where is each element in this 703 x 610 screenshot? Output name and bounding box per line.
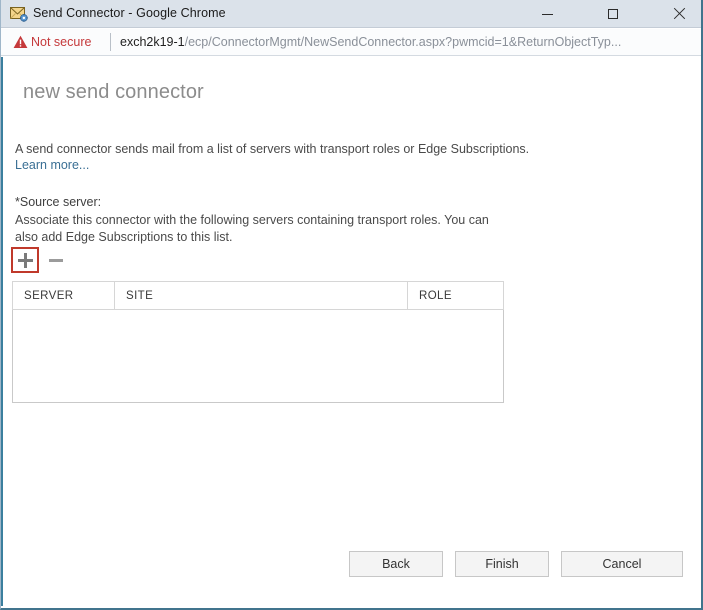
close-icon xyxy=(673,8,685,20)
title-bar: Send Connector - Google Chrome xyxy=(1,0,701,28)
accent-stripe xyxy=(1,57,3,606)
table-body-empty[interactable] xyxy=(12,310,504,403)
add-server-button[interactable] xyxy=(15,251,35,269)
source-server-table: SERVER SITE ROLE xyxy=(12,281,504,403)
bottom-watermark xyxy=(1,602,701,608)
address-bar[interactable]: Not secure exch2k19-1/ecp/ConnectorMgmt/… xyxy=(1,29,701,56)
minimize-icon xyxy=(541,13,553,15)
source-server-description: Associate this connector with the follow… xyxy=(15,213,489,244)
not-secure-label[interactable]: Not secure xyxy=(31,35,91,49)
learn-more-link[interactable]: Learn more... xyxy=(15,158,89,172)
list-toolbar xyxy=(11,247,131,273)
table-header-row: SERVER SITE ROLE xyxy=(12,281,504,310)
column-header-site[interactable]: SITE xyxy=(115,282,408,309)
remove-server-button[interactable] xyxy=(46,251,66,269)
cancel-button[interactable]: Cancel xyxy=(561,551,683,577)
url-text[interactable]: exch2k19-1/ecp/ConnectorMgmt/NewSendConn… xyxy=(120,35,621,49)
page-title: new send connector xyxy=(23,81,204,103)
maximize-button[interactable] xyxy=(590,0,636,28)
close-button[interactable] xyxy=(656,0,701,28)
envelope-gear-icon xyxy=(10,6,28,22)
minus-icon xyxy=(49,258,63,262)
browser-window: Send Connector - Google Chrome Not secur… xyxy=(0,0,703,610)
minimize-button[interactable] xyxy=(524,0,570,28)
intro-text: A send connector sends mail from a list … xyxy=(15,142,530,156)
address-divider xyxy=(110,33,111,51)
url-host: exch2k19-1 xyxy=(120,35,185,49)
finish-button[interactable]: Finish xyxy=(455,551,549,577)
url-path: /ecp/ConnectorMgmt/NewSendConnector.aspx… xyxy=(184,35,622,49)
wizard-footer: Back Finish Cancel xyxy=(349,551,683,577)
page-content: new send connector A send connector send… xyxy=(1,57,701,606)
back-button[interactable]: Back xyxy=(349,551,443,577)
window-title: Send Connector - Google Chrome xyxy=(33,6,226,20)
column-header-role[interactable]: ROLE xyxy=(408,282,503,309)
source-server-label: *Source server: xyxy=(15,195,102,209)
maximize-icon xyxy=(608,9,618,19)
column-header-server[interactable]: SERVER xyxy=(13,282,115,309)
plus-icon xyxy=(17,252,33,268)
warning-triangle-icon xyxy=(13,35,28,49)
